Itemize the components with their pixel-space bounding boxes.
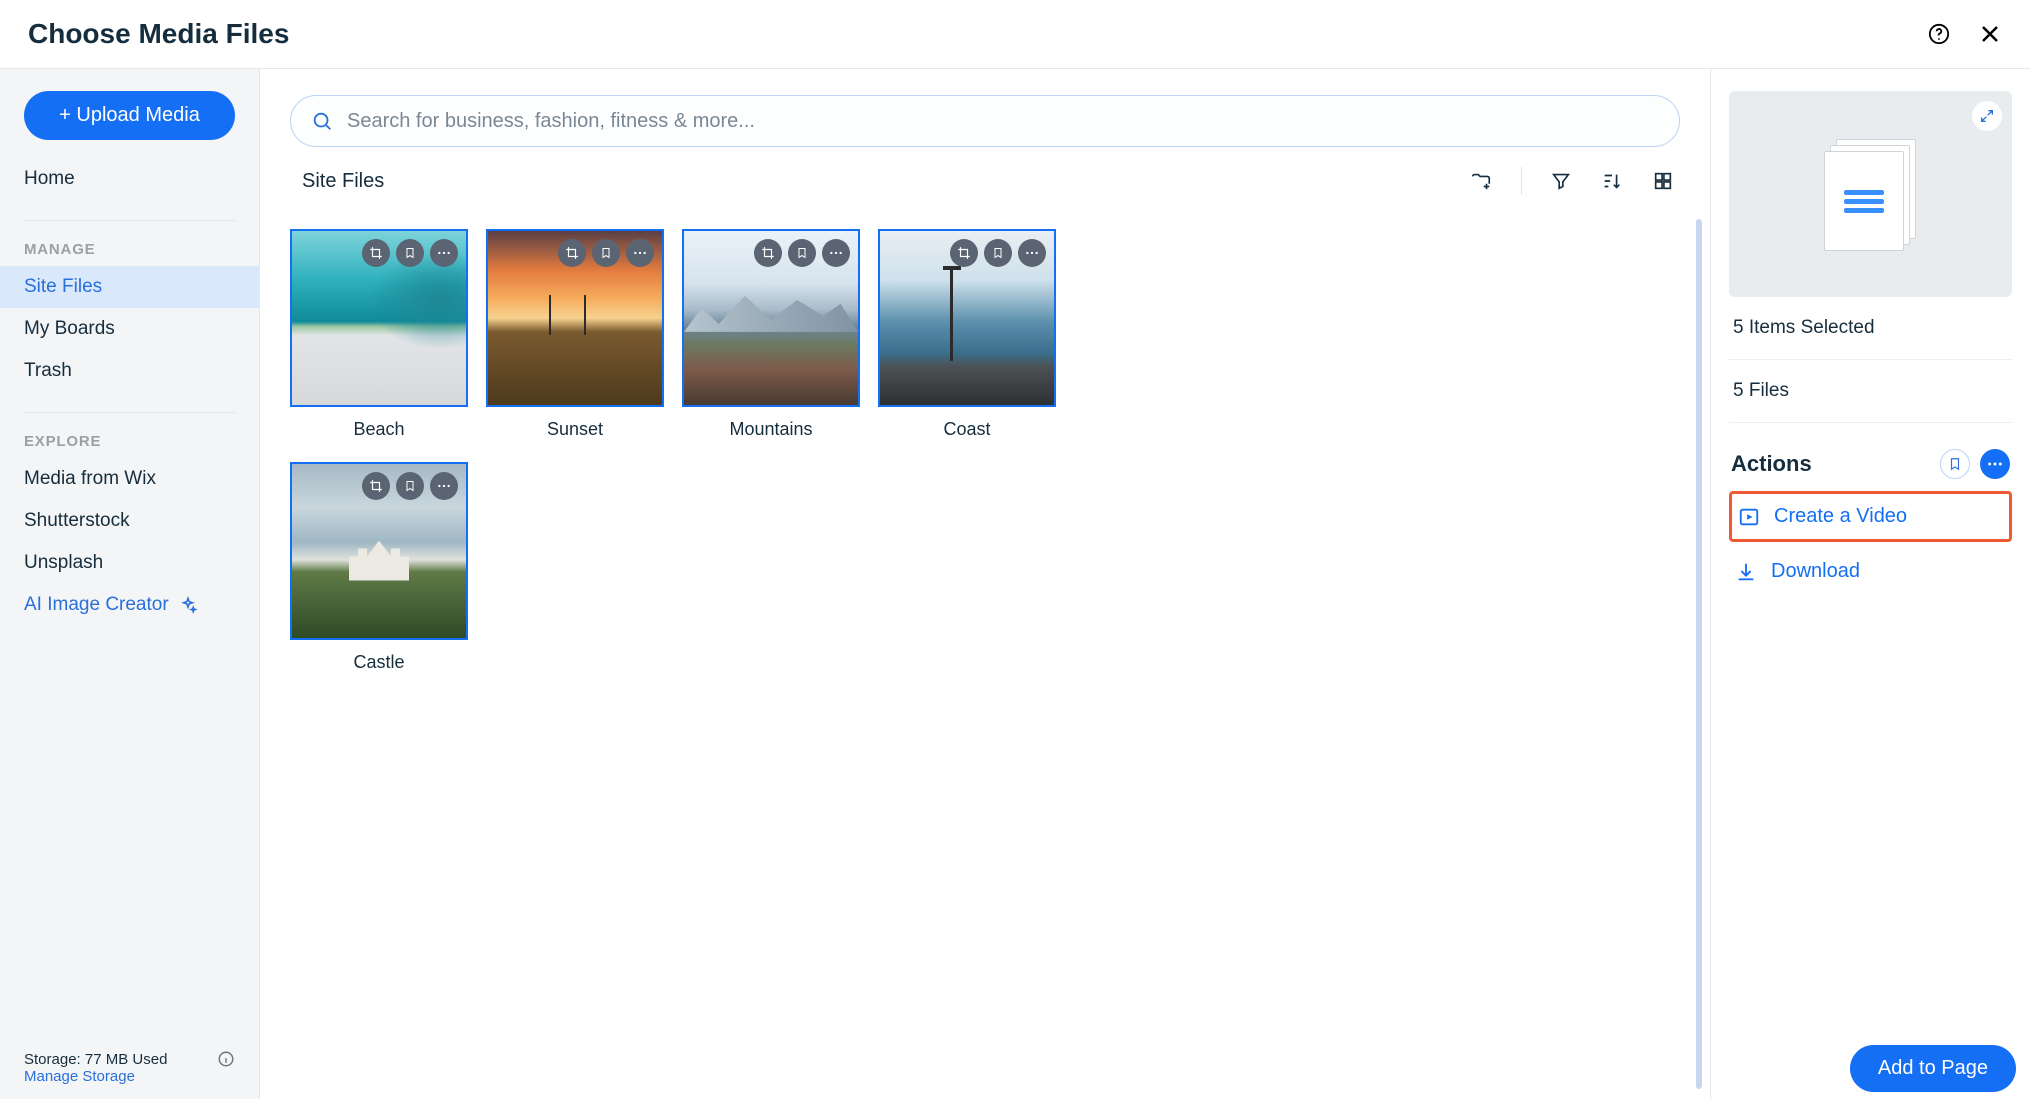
storage-usage-text: Storage: 77 MB Used [24, 1051, 167, 1068]
breadcrumb: Site Files [302, 170, 384, 193]
ai-image-creator-label: AI Image Creator [24, 594, 169, 616]
more-icon[interactable] [1018, 239, 1046, 267]
more-icon[interactable] [626, 239, 654, 267]
file-thumbnail[interactable] [682, 229, 860, 407]
details-panel: 5 Items Selected 5 Files Actions Create … [1710, 69, 2030, 1099]
upload-media-button[interactable]: + Upload Media [24, 91, 235, 140]
scrollbar[interactable] [1696, 219, 1702, 1089]
storage-info: Storage: 77 MB Used Manage Storage [0, 1050, 259, 1085]
sort-icon[interactable] [1600, 170, 1624, 192]
close-icon[interactable] [1978, 22, 2002, 46]
more-icon[interactable] [430, 472, 458, 500]
main-content: Site Files [260, 69, 1710, 1099]
file-count-text: 5 Files [1729, 360, 2012, 423]
file-card[interactable]: Castle [290, 462, 468, 673]
sidebar-item-my-boards[interactable]: My Boards [0, 308, 259, 350]
sidebar-section-explore: EXPLORE [0, 433, 259, 458]
sidebar-item-media-from-wix[interactable]: Media from Wix [0, 458, 259, 500]
more-actions-icon[interactable] [1980, 449, 2010, 479]
file-overlay-actions [950, 239, 1046, 267]
crop-icon[interactable] [950, 239, 978, 267]
crop-icon[interactable] [754, 239, 782, 267]
file-overlay-actions [754, 239, 850, 267]
actions-header: Actions [1729, 423, 2012, 491]
file-overlay-actions [362, 472, 458, 500]
help-icon[interactable] [1928, 23, 1950, 45]
header-actions [1928, 22, 2002, 46]
file-name: Beach [290, 419, 468, 440]
toolbar: Site Files [290, 167, 1680, 207]
file-name: Sunset [486, 419, 664, 440]
bookmark-icon[interactable] [592, 239, 620, 267]
filter-icon[interactable] [1550, 170, 1572, 192]
search-icon [311, 110, 333, 132]
sidebar-item-unsplash[interactable]: Unsplash [0, 542, 259, 584]
separator [1521, 167, 1522, 195]
sidebar-item-home[interactable]: Home [0, 158, 259, 200]
bookmark-icon[interactable] [984, 239, 1012, 267]
sidebar: + Upload Media Home MANAGE Site Files My… [0, 69, 260, 1099]
crop-icon[interactable] [558, 239, 586, 267]
sidebar-item-ai-image-creator[interactable]: AI Image Creator [0, 584, 259, 626]
download-action[interactable]: Download [1729, 546, 2012, 597]
file-stack-icon [1826, 139, 1916, 249]
create-video-action[interactable]: Create a Video [1729, 491, 2012, 542]
search-bar[interactable] [290, 95, 1680, 147]
download-label: Download [1771, 560, 1860, 583]
selection-preview [1729, 91, 2012, 297]
file-name: Castle [290, 652, 468, 673]
file-card[interactable]: Mountains [682, 229, 860, 440]
more-icon[interactable] [430, 239, 458, 267]
crop-icon[interactable] [362, 239, 390, 267]
bookmark-icon[interactable] [788, 239, 816, 267]
file-thumbnail[interactable] [486, 229, 664, 407]
bookmark-icon[interactable] [1940, 449, 1970, 479]
grid-view-icon[interactable] [1652, 170, 1674, 192]
file-thumbnail[interactable] [878, 229, 1056, 407]
download-icon [1735, 561, 1757, 583]
sidebar-item-trash[interactable]: Trash [0, 350, 259, 392]
file-thumbnail[interactable] [290, 229, 468, 407]
divider [24, 412, 235, 413]
file-card[interactable]: Coast [878, 229, 1056, 440]
items-selected-text: 5 Items Selected [1729, 297, 2012, 360]
add-to-page-button[interactable]: Add to Page [1850, 1045, 2016, 1092]
manage-storage-link[interactable]: Manage Storage [24, 1068, 135, 1085]
dialog-header: Choose Media Files [0, 0, 2030, 69]
crop-icon[interactable] [362, 472, 390, 500]
play-icon [1738, 506, 1760, 528]
dialog-title: Choose Media Files [28, 18, 289, 50]
file-grid: Beach Sunset [290, 229, 1680, 673]
bookmark-icon[interactable] [396, 472, 424, 500]
file-overlay-actions [362, 239, 458, 267]
create-video-label: Create a Video [1774, 505, 1907, 528]
expand-icon[interactable] [1972, 101, 2002, 131]
sidebar-item-shutterstock[interactable]: Shutterstock [0, 500, 259, 542]
info-icon[interactable] [217, 1050, 235, 1068]
actions-label: Actions [1731, 451, 1812, 477]
sidebar-section-manage: MANAGE [0, 241, 259, 266]
file-card[interactable]: Sunset [486, 229, 664, 440]
more-icon[interactable] [822, 239, 850, 267]
file-name: Coast [878, 419, 1056, 440]
bookmark-icon[interactable] [396, 239, 424, 267]
search-input[interactable] [347, 110, 1659, 133]
file-thumbnail[interactable] [290, 462, 468, 640]
sparkle-icon [179, 596, 197, 614]
new-folder-icon[interactable] [1469, 170, 1493, 192]
divider [24, 220, 235, 221]
file-overlay-actions [558, 239, 654, 267]
sidebar-item-site-files[interactable]: Site Files [0, 266, 259, 308]
file-card[interactable]: Beach [290, 229, 468, 440]
file-name: Mountains [682, 419, 860, 440]
